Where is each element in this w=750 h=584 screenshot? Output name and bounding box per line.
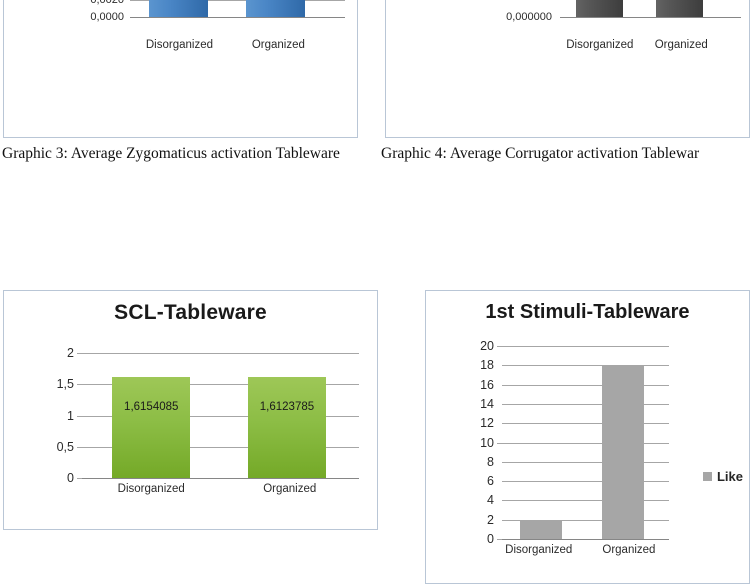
category-label-organized: Organized [602, 544, 656, 556]
bar-disorganized: 1,6154085 [112, 377, 191, 478]
gridline [82, 353, 359, 354]
y-tick-label: 1,5 [56, 377, 74, 392]
gridline [502, 365, 669, 367]
bar-value-label: 1,6123785 [259, 401, 315, 414]
y-tick-label: 0,0020 [90, 0, 124, 6]
chart-title-stimuli: 1st Stimuli-Tableware [485, 301, 690, 323]
y-tick-label: 10 [480, 435, 494, 450]
bar-organized: 0,013292 [655, 0, 703, 18]
y-tick-label: 0,0000 [90, 11, 124, 24]
gridline [502, 423, 669, 425]
chart-zygomaticus: 0,0080 0,0060 0,0040 0,0020 0,0000 0,010… [3, 0, 358, 138]
y-tick-label: 0,5 [56, 439, 74, 454]
y-tick-label: 1 [67, 408, 74, 423]
plot-area-stimuli: 20 18 16 14 12 10 8 6 4 2 0 Disorganized… [474, 339, 669, 556]
plot-stimuli: Disorganized Organized [497, 346, 669, 556]
gridline [502, 403, 669, 405]
plot-area-scl: 2 1,5 1 0,5 0 1,6154085 1,6123785 Disorg… [52, 346, 359, 495]
y-axis-labels-zygomaticus: 0,0080 0,0060 0,0040 0,0020 0,0000 [72, 0, 124, 35]
legend-swatch-icon [702, 472, 712, 481]
y-axis-labels-stimuli: 20 18 16 14 12 10 8 6 4 2 0 [474, 339, 494, 546]
chart-scl-tableware: SCL-Tableware 2 1,5 1 0,5 0 1,6154085 1,… [3, 290, 378, 530]
y-tick-label: 0,000000 [506, 11, 552, 24]
y-tick [497, 346, 502, 347]
y-axis-labels-scl: 2 1,5 1 0,5 0 [52, 346, 74, 485]
y-tick-label: 0 [67, 471, 74, 485]
category-label-organized: Organized [263, 483, 317, 495]
plot-zygomaticus: 0,0101 0,0102 Disorganized Organized [130, 0, 345, 51]
gridline [502, 442, 669, 444]
plot-corrugator: 0,013283 0,013292 Disorganized Organized [560, 0, 741, 51]
chart-title-scl: SCL-Tableware [114, 301, 267, 324]
y-tick [77, 478, 82, 479]
y-tick [77, 446, 82, 448]
y-tick-label: 4 [487, 493, 494, 508]
bar-organized [602, 365, 644, 539]
category-label-organized: Organized [654, 39, 708, 51]
category-label-disorganized: Disorganized [566, 39, 634, 51]
y-tick [77, 384, 82, 386]
caption-graphic-3: Graphic 3: Average Zygomaticus activatio… [2, 145, 340, 162]
bar-disorganized: 0,013283 [576, 0, 624, 18]
chart-1st-stimuli-tableware: 1st Stimuli-Tableware 20 18 16 14 12 10 … [425, 290, 750, 584]
x-axis-line [82, 478, 359, 479]
y-tick [77, 353, 82, 354]
y-tick-label: 12 [480, 416, 494, 431]
y-tick-label: 18 [480, 358, 494, 373]
gridline [502, 384, 669, 386]
y-tick [497, 539, 502, 540]
gridline [502, 461, 669, 463]
chart-corrugator: 0,010000 0,005000 0,000000 0,013283 0,01… [385, 0, 750, 138]
y-tick-label: 6 [487, 474, 494, 489]
y-tick-label: 8 [487, 454, 494, 469]
category-label-organized: Organized [251, 39, 305, 51]
legend-label-like: Like [716, 469, 743, 484]
gridline [502, 346, 669, 347]
x-axis-line [502, 539, 669, 540]
gridline [502, 500, 669, 502]
plot-scl: 1,6154085 1,6123785 Disorganized Organiz… [77, 353, 359, 495]
y-tick [77, 415, 82, 417]
y-tick-label: 14 [480, 396, 494, 411]
bar-disorganized [520, 519, 563, 539]
y-tick-label: 20 [480, 339, 494, 353]
category-label-disorganized: Disorganized [145, 39, 213, 51]
legend-stimuli: Like [702, 469, 743, 484]
plot-area-corrugator: 0,010000 0,005000 0,000000 0,013283 0,01… [480, 0, 741, 51]
category-label-disorganized: Disorganized [505, 544, 573, 556]
y-tick-label: 0 [487, 532, 494, 546]
y-axis-labels-corrugator: 0,010000 0,005000 0,000000 [480, 0, 552, 35]
y-tick-label: 2 [487, 512, 494, 527]
caption-graphic-4: Graphic 4: Average Corrugator activation… [381, 145, 700, 162]
category-label-disorganized: Disorganized [117, 483, 185, 495]
plot-area-zygomaticus: 0,0080 0,0060 0,0040 0,0020 0,0000 0,010… [72, 0, 345, 51]
y-tick-label: 2 [67, 346, 74, 360]
x-axis-line [130, 17, 345, 19]
y-tick [497, 442, 502, 444]
bar-value-label: 1,6154085 [124, 401, 179, 413]
gridline [502, 481, 669, 483]
bar-organized: 0,0102 [246, 0, 306, 18]
y-tick-label: 16 [480, 377, 494, 392]
bar-disorganized: 0,0101 [149, 0, 209, 18]
x-axis-line [560, 17, 741, 19]
bar-organized: 1,6123785 [248, 377, 326, 478]
